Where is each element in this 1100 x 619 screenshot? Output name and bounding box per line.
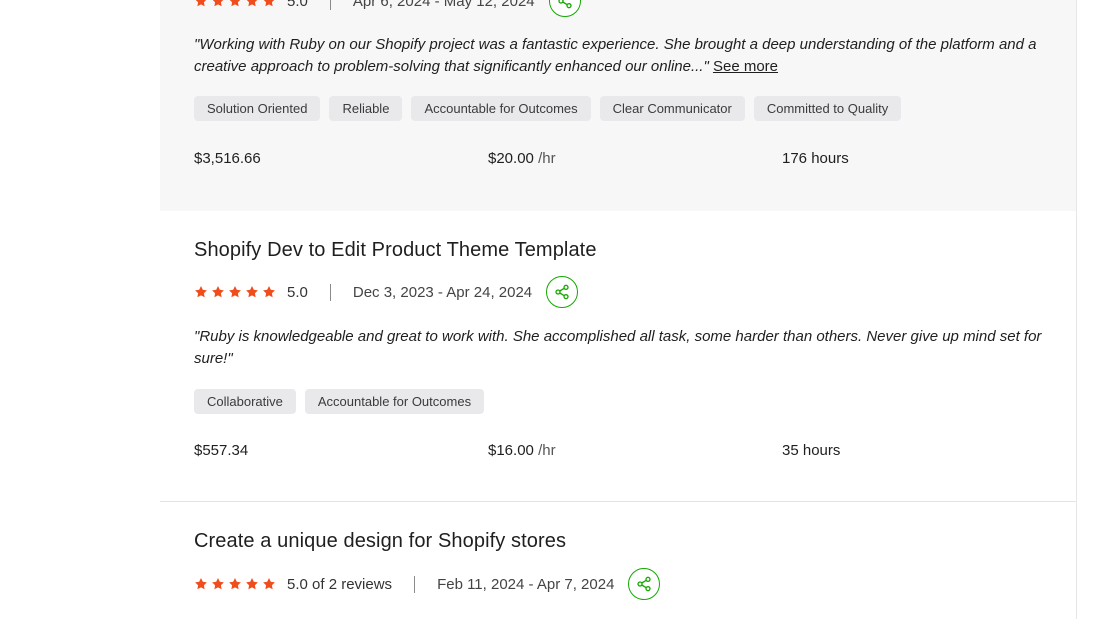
job-meta-row: 5.0 Apr 6, 2024 - May 12, 2024 <box>194 0 581 18</box>
share-icon <box>557 0 572 9</box>
skill-tag: Solution Oriented <box>194 96 321 121</box>
feedback-text: "Working with Ruby on our Shopify projec… <box>194 36 1037 75</box>
share-button[interactable] <box>548 0 581 17</box>
job-meta-row: 5.0 Dec 3, 2023 - Apr 24, 2024 <box>194 275 579 309</box>
star-icon <box>229 0 241 7</box>
rating-value: 5.0 <box>287 283 308 301</box>
hourly-rate: $16.00 /hr <box>488 442 556 459</box>
star-icon <box>263 0 275 7</box>
skill-tag: Reliable <box>329 96 403 121</box>
job-history-item: Create a unique design for Shopify store… <box>160 502 1076 619</box>
skill-tag: Collaborative <box>194 389 296 414</box>
job-dates: Apr 6, 2024 - May 12, 2024 <box>352 0 535 10</box>
feedback-quote: "Ruby is knowledgeable and great to work… <box>194 328 1042 367</box>
star-rating <box>194 577 276 591</box>
rating-value: 5.0 of 2 reviews <box>287 575 393 593</box>
star-icon <box>195 286 207 298</box>
see-more-link[interactable]: See more <box>713 58 778 75</box>
job-meta-row: 5.0 of 2 reviews Feb 11, 2024 - Apr 7, 2… <box>194 567 661 601</box>
star-icon <box>195 578 207 590</box>
skill-tag: Clear Communicator <box>599 96 745 121</box>
job-dates: Dec 3, 2023 - Apr 24, 2024 <box>352 283 533 301</box>
hours-worked: 35 hours <box>782 442 841 459</box>
star-icon <box>246 578 258 590</box>
hours-worked: 176 hours <box>782 150 849 167</box>
skill-tag: Accountable for Outcomes <box>304 389 485 414</box>
job-history-item: 5.0 Apr 6, 2024 - May 12, 2024 "Working … <box>160 0 1076 211</box>
total-earned: $557.34 <box>194 442 249 459</box>
star-icon <box>246 286 258 298</box>
star-rating <box>194 0 276 8</box>
share-icon <box>637 576 652 592</box>
meta-divider <box>329 283 331 301</box>
feedback-quote: "Working with Ruby on our Shopify projec… <box>194 34 1044 78</box>
job-history-item: Shopify Dev to Edit Product Theme Templa… <box>160 211 1076 502</box>
skill-tags: Collaborative Accountable for Outcomes <box>194 389 485 414</box>
star-icon <box>263 286 275 298</box>
total-earned: $3,516.66 <box>194 150 261 167</box>
star-icon <box>263 578 275 590</box>
hourly-rate-value: $20.00 <box>488 150 534 167</box>
job-title[interactable]: Create a unique design for Shopify store… <box>194 530 566 553</box>
hourly-rate-unit: /hr <box>538 150 556 167</box>
hourly-rate-value: $16.00 <box>488 442 534 459</box>
meta-divider <box>414 575 416 593</box>
job-dates: Feb 11, 2024 - Apr 7, 2024 <box>437 575 615 593</box>
right-border <box>1076 0 1077 619</box>
star-icon <box>212 286 224 298</box>
star-icon <box>246 0 258 7</box>
share-button[interactable] <box>628 568 661 600</box>
star-icon <box>229 286 241 298</box>
star-icon <box>229 578 241 590</box>
skill-tag: Committed to Quality <box>753 96 902 121</box>
share-icon <box>555 284 569 300</box>
job-title[interactable]: Shopify Dev to Edit Product Theme Templa… <box>194 239 597 262</box>
hourly-rate-unit: /hr <box>538 442 556 459</box>
share-button[interactable] <box>546 276 579 308</box>
skill-tags: Solution Oriented Reliable Accountable f… <box>194 96 902 121</box>
hourly-rate: $20.00 /hr <box>488 150 556 167</box>
star-rating <box>194 285 276 299</box>
star-icon <box>212 0 224 7</box>
skill-tag: Accountable for Outcomes <box>411 96 591 121</box>
star-icon <box>195 0 207 7</box>
star-icon <box>212 578 224 590</box>
meta-divider <box>329 0 331 10</box>
rating-value: 5.0 <box>287 0 308 10</box>
